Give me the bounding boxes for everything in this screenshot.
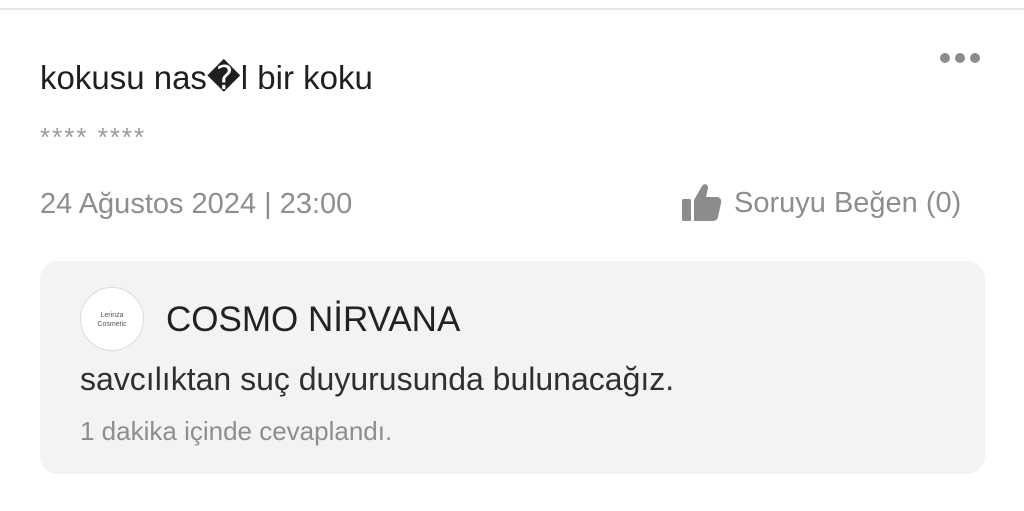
seller-logo-line2: Cosmetic — [97, 321, 127, 328]
answer-text: savcılıktan suç duyurusunda bulunacağız. — [80, 361, 675, 397]
answer-time: 1 dakika içinde cevaplandı. — [80, 416, 393, 446]
question-title: kokusu nas�l bir koku — [40, 59, 373, 96]
seller-logo: Lerinza Cosmetic — [97, 312, 127, 328]
like-question-label: Soruyu Beğen (0) — [734, 186, 962, 219]
more-dots-icon — [955, 53, 965, 63]
seller-avatar[interactable]: Lerinza Cosmetic — [80, 287, 144, 351]
more-dots-icon — [970, 53, 980, 63]
thumbs-up-icon — [682, 184, 722, 221]
question-card: kokusu nas�l bir koku **** **** 24 Ağust… — [0, 0, 1024, 511]
question-date: 24 Ağustos 2024 | 23:00 — [40, 188, 353, 220]
like-question-button[interactable]: Soruyu Beğen (0) — [680, 180, 961, 226]
top-divider — [0, 8, 1024, 10]
seller-logo-line1: Lerinza — [101, 312, 124, 319]
answer-box: Lerinza Cosmetic COSMO NİRVANA savcılıkt… — [40, 261, 985, 474]
more-dots-icon — [940, 53, 950, 63]
seller-name[interactable]: COSMO NİRVANA — [166, 298, 460, 342]
asker-name-masked: **** **** — [40, 122, 147, 152]
more-options-button[interactable] — [936, 48, 984, 68]
